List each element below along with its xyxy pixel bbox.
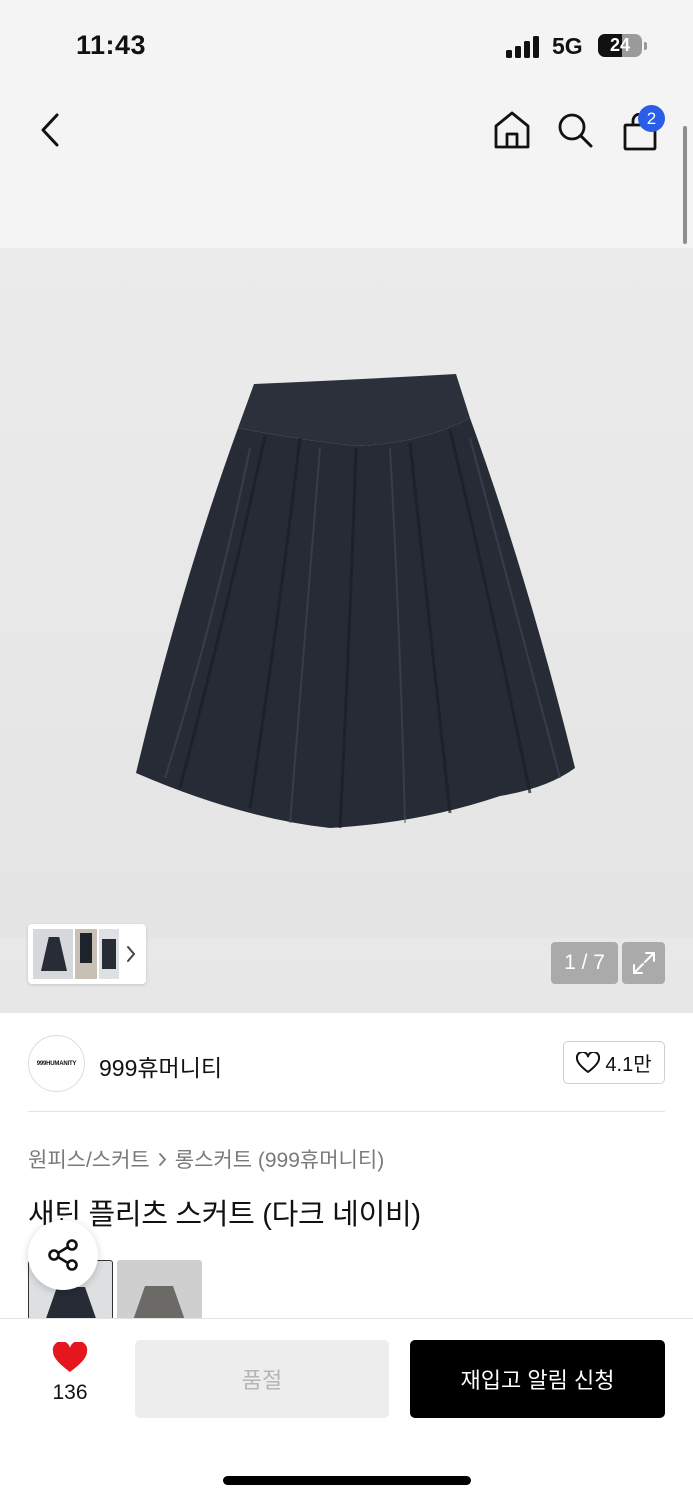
home-button[interactable] xyxy=(490,108,534,152)
expand-icon xyxy=(632,952,655,974)
restock-alert-button[interactable]: 재입고 알림 신청 xyxy=(410,1340,665,1418)
share-button[interactable] xyxy=(28,1220,98,1290)
home-indicator[interactable] xyxy=(223,1476,471,1485)
image-counter: 1 / 7 xyxy=(551,942,618,984)
chevron-right-icon xyxy=(158,1152,166,1166)
thumbnail-1[interactable] xyxy=(33,929,73,979)
brand-logo[interactable]: 999HUMANITY xyxy=(28,1035,85,1092)
brand-like-button[interactable]: 4.1만 xyxy=(563,1041,665,1084)
category-parent[interactable]: 원피스/스커트 xyxy=(28,1144,150,1174)
brand-row: 999HUMANITY 999휴머니티 4.1만 xyxy=(0,1013,693,1113)
color-option-gray[interactable] xyxy=(117,1260,202,1320)
divider xyxy=(28,1111,665,1112)
product-image-gallery[interactable] xyxy=(0,248,693,1013)
soldout-button[interactable]: 품절 xyxy=(135,1340,389,1418)
chevron-left-icon xyxy=(41,113,59,147)
home-icon xyxy=(494,111,530,149)
chevron-right-icon[interactable] xyxy=(126,945,136,963)
thumbnail-strip[interactable] xyxy=(28,924,146,984)
cart-count-badge: 2 xyxy=(638,105,665,132)
status-bar: 11:43 5G 24 xyxy=(0,0,693,92)
status-time: 11:43 xyxy=(76,30,147,60)
thumbnail-2[interactable] xyxy=(75,929,97,979)
brand-name[interactable]: 999휴머니티 xyxy=(99,1049,222,1083)
battery-level: 24 xyxy=(609,35,631,55)
thumbnail-3[interactable] xyxy=(99,929,119,979)
back-button[interactable] xyxy=(30,110,70,150)
brand-like-count: 4.1만 xyxy=(605,1054,652,1076)
search-button[interactable] xyxy=(553,108,597,152)
signal-icon xyxy=(506,36,542,58)
battery-icon: 24 xyxy=(598,34,642,57)
scroll-indicator[interactable] xyxy=(683,126,687,244)
heart-filled-icon xyxy=(52,1341,88,1372)
battery-cap xyxy=(644,42,647,50)
share-icon xyxy=(48,1239,78,1271)
category-child[interactable]: 롱스커트 (999휴머니티) xyxy=(175,1144,384,1174)
breadcrumb: 원피스/스커트 롱스커트 (999휴머니티) xyxy=(28,1144,384,1174)
network-type: 5G xyxy=(552,33,583,59)
search-icon xyxy=(558,113,593,148)
wish-button[interactable]: 136 xyxy=(38,1341,102,1405)
wish-count: 136 xyxy=(52,1381,88,1404)
product-image xyxy=(0,374,693,1013)
product-title: 새틴 플리츠 스커트 (다크 네이비) xyxy=(28,1199,421,1231)
heart-outline-icon xyxy=(576,1051,601,1073)
expand-button[interactable] xyxy=(622,942,665,984)
